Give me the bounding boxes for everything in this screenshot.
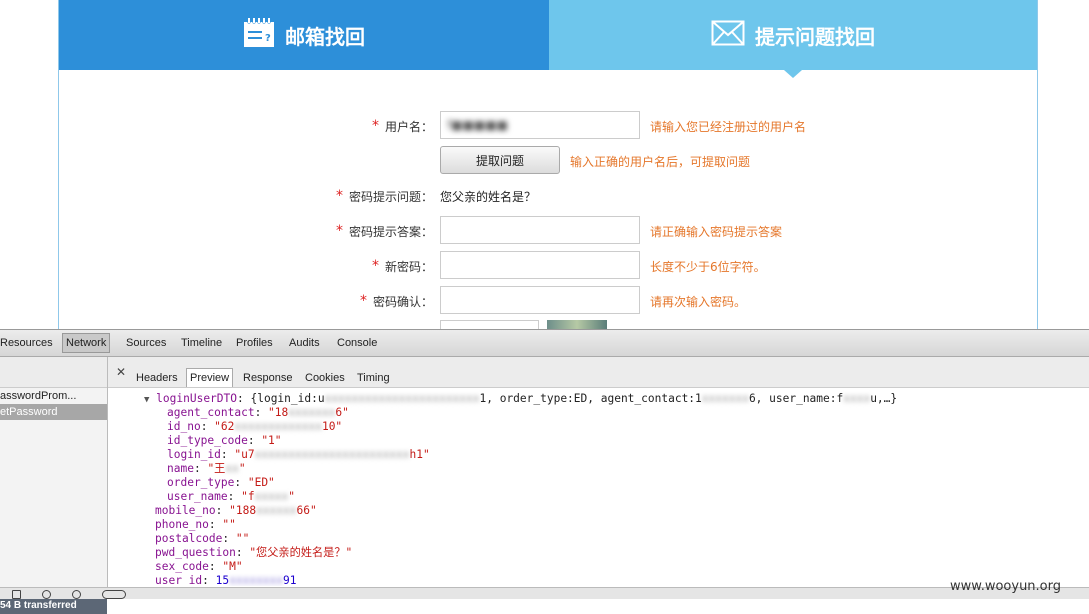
devtools-panel: Resources Network Sources Timeline Profi…	[0, 329, 1089, 614]
json-line-login-dto[interactable]: ▼ loginUserDTO: {login_id:uxxxxxxxxxxxxx…	[144, 392, 897, 407]
fetch-question-row: 提取问题 输入正确的用户名后，可提取问题	[59, 146, 1037, 176]
username-hint: 请输入您已经注册过的用户名	[650, 119, 807, 134]
username-input[interactable]: f■■■■■	[440, 111, 640, 139]
search-icon[interactable]	[72, 590, 81, 599]
devtools-statusbar	[0, 587, 1089, 599]
recovery-tabs: ? 邮箱找回 提示问题找回	[59, 0, 1037, 70]
question-row: * 密码提示问题： 您父亲的姓名是？	[59, 181, 1037, 211]
question-value: 您父亲的姓名是？	[440, 189, 537, 204]
username-label: 用户名：	[384, 119, 433, 134]
new-password-label: 新密码：	[384, 259, 433, 274]
fetch-question-button[interactable]: 提取问题	[440, 146, 560, 174]
json-line: id_no: "62xxxxxxxxxxxxx10"	[167, 420, 343, 433]
tab-email-recovery[interactable]: ? 邮箱找回	[59, 0, 549, 70]
answer-label: 密码提示答案：	[348, 224, 433, 239]
required-mark: *	[335, 223, 343, 239]
record-toggle-icon[interactable]	[102, 590, 126, 599]
json-line: login_id: "u7xxxxxxxxxxxxxxxxxxxxxxxh1"	[167, 448, 430, 461]
json-line: user_id: 15xxxxxxxx91	[155, 574, 297, 586]
devtools-toolbar: Resources Network Sources Timeline Profi…	[0, 330, 1089, 357]
svg-text:?: ?	[265, 33, 271, 44]
subtab-response[interactable]: Response	[243, 371, 293, 386]
panel-timeline[interactable]: Timeline	[181, 334, 222, 352]
required-mark: *	[359, 293, 367, 309]
json-summary: {login_id:u	[250, 392, 325, 405]
confirm-password-hint: 请再次输入密码。	[650, 294, 747, 309]
json-line: agent_contact: "18xxxxxxx6"	[167, 406, 349, 419]
confirm-password-row: * 密码确认： 请再次输入密码。	[59, 286, 1037, 316]
json-line: phone_no: ""	[155, 518, 236, 531]
json-summary: u,…}	[870, 392, 898, 405]
username-row: * 用户名： f■■■■■ 请输入您已经注册过的用户名	[59, 111, 1037, 141]
tab-email-label: 邮箱找回	[285, 24, 365, 49]
subtab-timing[interactable]: Timing	[357, 371, 390, 386]
request-item-selected[interactable]: etPassword	[0, 404, 107, 420]
json-line: mobile_no: "188xxxxxx66"	[155, 504, 317, 517]
confirm-password-label: 密码确认：	[372, 294, 433, 309]
subtab-headers[interactable]: Headers	[136, 371, 178, 386]
answer-row: * 密码提示答案： 请正确输入密码提示答案	[59, 216, 1037, 246]
confirm-password-input[interactable]	[440, 286, 640, 314]
tab-question-recovery[interactable]: 提示问题找回	[549, 0, 1037, 70]
json-line: order_type: "ED"	[167, 476, 275, 489]
panel-resources[interactable]: Resources	[0, 334, 53, 352]
console-toggle-icon[interactable]	[42, 590, 51, 599]
answer-input[interactable]	[440, 216, 640, 244]
json-summary: 6, user_name:f	[748, 392, 844, 405]
json-summary: 1, order_type:ED, agent_contact:1	[479, 392, 702, 405]
new-password-hint: 长度不少于6位字符。	[650, 259, 766, 274]
envelope-icon	[711, 20, 755, 51]
json-line: id_type_code: "1"	[167, 434, 282, 447]
panel-network[interactable]: Network	[62, 333, 111, 353]
username-value: f■■■■■	[447, 118, 508, 132]
notepad-icon: ?	[243, 17, 285, 53]
transfer-summary: 54 B transferred	[0, 598, 107, 614]
active-tab-indicator	[784, 70, 802, 78]
close-icon[interactable]: ✕	[116, 365, 126, 379]
answer-hint: 请正确输入密码提示答案	[650, 224, 783, 239]
required-mark: *	[335, 188, 343, 204]
expand-triangle-icon[interactable]: ▼	[144, 395, 149, 405]
required-mark: *	[371, 118, 379, 134]
tab-question-label: 提示问题找回	[755, 24, 875, 49]
json-line: postalcode: ""	[155, 532, 250, 545]
json-line: pwd_question: "您父亲的姓名是？"	[155, 546, 353, 559]
panel-sources[interactable]: Sources	[126, 334, 166, 352]
panel-audits[interactable]: Audits	[289, 334, 320, 352]
dock-icon[interactable]	[12, 590, 21, 599]
json-preview: ▼ loginUserDTO: {login_id:uxxxxxxxxxxxxx…	[108, 388, 1089, 586]
request-list-header	[0, 357, 107, 388]
watermark: www.wooyun.org	[950, 579, 1062, 594]
question-label: 密码提示问题：	[348, 189, 433, 204]
password-recovery-card: ? 邮箱找回 提示问题找回 * 用户名： f■■■■■ 请输入您已经注册过的用户…	[58, 0, 1038, 330]
request-detail-tabs: ✕ Headers Preview Response Cookies Timin…	[108, 357, 1089, 388]
json-line: name: "王xx"	[167, 462, 246, 475]
json-line: sex_code: "M"	[155, 560, 243, 573]
request-item[interactable]: asswordProm...	[0, 388, 107, 404]
panel-console[interactable]: Console	[337, 334, 377, 352]
json-line: user_name: "fxxxxx"	[167, 490, 296, 503]
json-key: loginUserDTO	[156, 392, 237, 405]
required-mark: *	[371, 258, 379, 274]
new-password-input[interactable]	[440, 251, 640, 279]
new-password-row: * 新密码： 长度不少于6位字符。	[59, 251, 1037, 281]
subtab-cookies[interactable]: Cookies	[305, 371, 345, 386]
request-list: asswordProm... etPassword 54 B transferr…	[0, 357, 108, 614]
panel-profiles[interactable]: Profiles	[236, 334, 273, 352]
subtab-preview[interactable]: Preview	[186, 368, 234, 387]
fetch-question-hint: 输入正确的用户名后，可提取问题	[570, 154, 751, 169]
